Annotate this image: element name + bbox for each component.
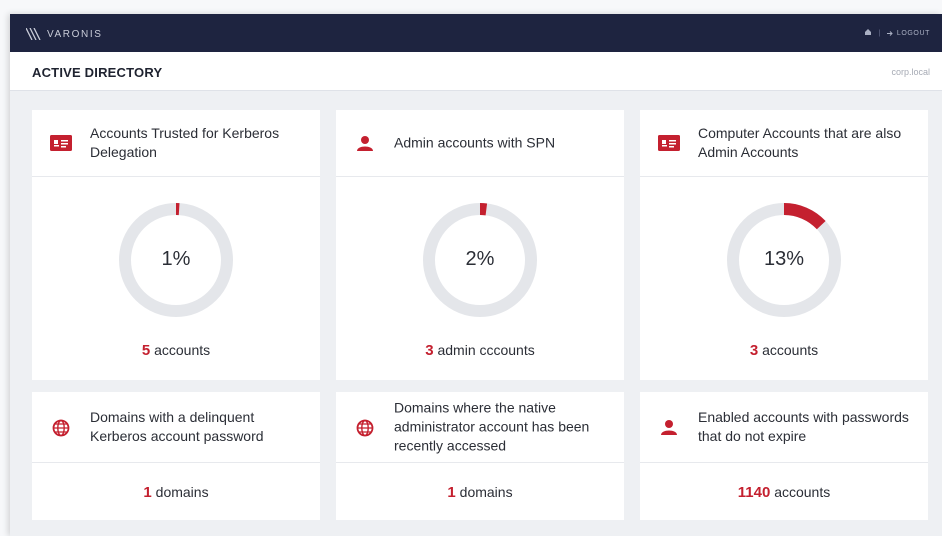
count-value: 1 [143, 484, 152, 501]
logout-link[interactable]: LOGOUT [886, 29, 930, 37]
count-line: 5 accounts [32, 342, 320, 359]
globe-icon [354, 419, 376, 437]
top-links-separator: | [878, 29, 881, 37]
top-links: | LOGOUT [864, 28, 930, 38]
card-kerberos-delegation[interactable]: Accounts Trusted for Kerberos Delegation… [32, 110, 320, 380]
card-header: Computer Accounts that are also Admin Ac… [640, 110, 928, 177]
count-label: accounts [154, 342, 211, 358]
percentage-donut: 13% [724, 200, 844, 320]
logout-label: LOGOUT [896, 29, 930, 37]
count-line: 1 domains [336, 484, 624, 501]
card-title: Admin accounts with SPN [394, 134, 556, 151]
percentage-value: 13% [763, 248, 805, 270]
count-line: 1 domains [32, 484, 320, 501]
count-value: 1140 [737, 484, 771, 501]
card-passwords-never-expire[interactable]: Enabled accounts with passwords that do … [640, 392, 928, 520]
card-title: Accounts Trusted for Kerberos Delegation [90, 125, 280, 160]
varonis-logo[interactable]: VARONIS [26, 27, 102, 41]
card-title: Enabled accounts with passwords that do … [698, 409, 909, 444]
count-label: admin cccounts [437, 342, 535, 358]
count-label: domains [459, 484, 513, 500]
percentage-value: 1% [161, 248, 191, 270]
percentage-donut: 2% [420, 200, 540, 320]
count-value: 5 [141, 342, 151, 359]
id-card-icon [50, 135, 72, 151]
card-header: Admin accounts with SPN [336, 110, 624, 177]
count-value: 1 [447, 484, 456, 501]
count-value: 3 [749, 342, 759, 359]
page-header: ACTIVE DIRECTORY corp.local [10, 52, 942, 91]
card-header: Accounts Trusted for Kerberos Delegation [32, 110, 320, 177]
count-label: accounts [774, 484, 831, 500]
brand-name: VARONIS [47, 28, 103, 40]
home-icon[interactable] [864, 28, 872, 38]
card-title: Domains with a delinquent Kerberos accou… [90, 409, 264, 444]
top-nav-bar: VARONIS | LOGOUT [10, 14, 942, 52]
logout-icon [886, 30, 893, 36]
card-title: Computer Accounts that are also Admin Ac… [698, 125, 902, 160]
card-admin-spn[interactable]: Admin accounts with SPN 2% 3 admin cccou… [336, 110, 624, 380]
varonis-logo-mark [26, 28, 41, 40]
count-line: 1140 accounts [640, 484, 928, 501]
percentage-donut: 1% [116, 200, 236, 320]
page-title: ACTIVE DIRECTORY [32, 65, 163, 80]
app-window: VARONIS | LOGOUT ACTIVE DIRECTORY corp.l… [10, 14, 942, 536]
count-label: domains [155, 484, 209, 500]
card-title: Domains where the native administrator a… [394, 399, 590, 454]
card-computer-admin-accounts[interactable]: Computer Accounts that are also Admin Ac… [640, 110, 928, 380]
count-value: 3 [425, 342, 434, 359]
user-icon [658, 419, 680, 435]
count-line: 3 accounts [640, 342, 928, 359]
card-header: Domains where the native administrator a… [336, 392, 624, 463]
count-label: accounts [762, 342, 819, 358]
percentage-value: 2% [465, 248, 495, 270]
card-native-admin-accessed[interactable]: Domains where the native administrator a… [336, 392, 624, 520]
domain-label: corp.local [891, 67, 930, 77]
count-line: 3 admin cccounts [336, 342, 624, 359]
card-delinquent-kerberos-password[interactable]: Domains with a delinquent Kerberos accou… [32, 392, 320, 520]
user-icon [354, 135, 376, 151]
id-card-icon [658, 135, 680, 151]
globe-icon [50, 419, 72, 437]
card-header: Domains with a delinquent Kerberos accou… [32, 392, 320, 463]
card-header: Enabled accounts with passwords that do … [640, 392, 928, 463]
